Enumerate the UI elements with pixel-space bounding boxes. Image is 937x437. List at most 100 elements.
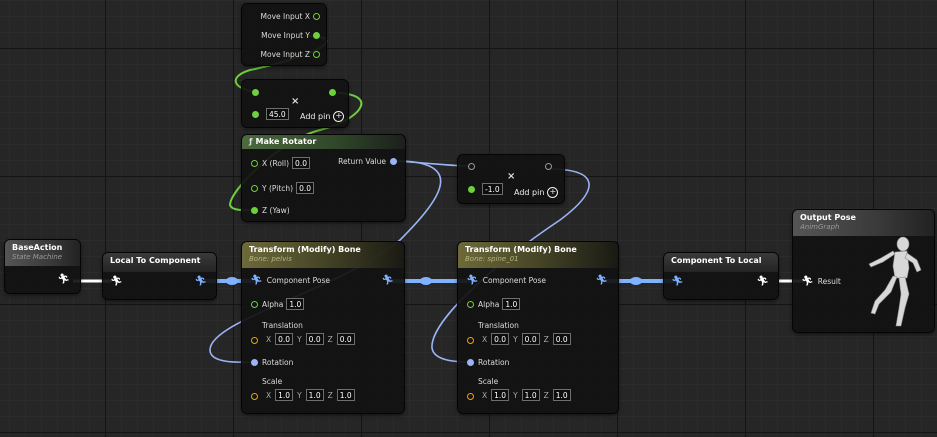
move-input-y-label: Move Input Y	[261, 31, 310, 40]
scale-y-field[interactable]: 1.0	[305, 389, 324, 401]
modify-bone-header: Transform (Modify) Bone Bone: pelvis	[242, 242, 404, 268]
component-pose-label: Component Pose	[266, 276, 330, 285]
move-input-z-pin[interactable]	[313, 51, 320, 58]
rotation-pin[interactable]	[251, 359, 258, 366]
output-pose-node[interactable]: Output Pose AnimGraph 🏃︎ Result	[793, 210, 934, 332]
yaw-pin[interactable]	[251, 207, 258, 214]
move-input-x-label: Move Input X	[260, 12, 310, 21]
component-pose-label: Component Pose	[482, 276, 546, 285]
move-input-y-pin[interactable]	[313, 32, 320, 39]
scale-pin[interactable]	[467, 392, 474, 400]
pitch-pin[interactable]	[251, 184, 258, 192]
modify-bone-node-pelvis[interactable]: Transform (Modify) Bone Bone: pelvis 🏃︎ C…	[242, 242, 404, 413]
component-to-local-node[interactable]: Component To Local 🏃︎ 🏃︎	[664, 253, 778, 299]
multiply-output-pin[interactable]	[545, 163, 552, 170]
move-input-node[interactable]: Move Input X Move Input Y Move Input Z	[242, 4, 326, 65]
rotation-label: Rotation	[262, 358, 294, 367]
add-float-node[interactable]: 45.0 × Add pin +	[242, 80, 348, 127]
translation-x-field[interactable]: 0.0	[491, 333, 510, 345]
axis-y-label: Y	[513, 334, 518, 344]
component-pose-output-icon[interactable]: 🏃︎	[595, 276, 608, 286]
return-value-pin[interactable]	[390, 158, 397, 165]
move-input-z-label: Move Input Z	[260, 50, 310, 59]
local-pose-output-icon[interactable]: 🏃︎	[756, 277, 769, 287]
scale-x-field[interactable]: 1.0	[491, 389, 510, 401]
axis-y-label: Y	[297, 334, 302, 344]
translation-y-field[interactable]: 0.0	[521, 333, 540, 345]
component-pose-input-icon[interactable]: 🏃︎	[250, 275, 263, 285]
output-pose-subtitle: AnimGraph	[800, 223, 840, 231]
remove-pin-icon[interactable]: ×	[507, 171, 515, 182]
component-pose-input-icon[interactable]: 🏃︎	[466, 275, 479, 285]
modify-bone-subtitle: Bone: spine_01	[465, 255, 519, 263]
component-pose-output-icon[interactable]: 🏃︎	[194, 277, 207, 287]
result-pose-icon[interactable]: 🏃︎	[801, 276, 814, 286]
alpha-label: Alpha	[262, 299, 284, 309]
scale-x-field[interactable]: 1.0	[275, 389, 294, 401]
axis-z-label: Z	[543, 390, 549, 400]
return-value-label: Return Value	[338, 157, 386, 166]
scale-pin[interactable]	[251, 392, 258, 400]
component-to-local-header: Component To Local	[664, 253, 778, 272]
component-to-local-title: Component To Local	[671, 256, 762, 265]
axis-y-label: Y	[297, 390, 302, 400]
scale-z-field[interactable]: 1.0	[552, 389, 571, 401]
translation-x-field[interactable]: 0.0	[275, 333, 294, 345]
scale-label: Scale	[262, 377, 283, 386]
axis-z-label: Z	[327, 390, 333, 400]
local-to-component-title: Local To Component	[110, 256, 201, 265]
alpha-pin[interactable]	[251, 300, 258, 308]
base-action-node[interactable]: BaseAction State Machine 🏃︎	[5, 240, 80, 293]
translation-z-field[interactable]: 0.0	[336, 333, 355, 345]
scale-z-field[interactable]: 1.0	[336, 389, 355, 401]
add-value-field[interactable]: 45.0	[266, 108, 289, 120]
roll-pin[interactable]	[251, 159, 258, 167]
translation-pin[interactable]	[251, 336, 258, 344]
axis-x-label: X	[266, 390, 272, 400]
result-label: Result	[817, 277, 841, 286]
modify-bone-subtitle: Bone: pelvis	[249, 255, 292, 263]
alpha-pin[interactable]	[467, 300, 474, 308]
local-pose-input-icon[interactable]: 🏃︎	[110, 277, 123, 287]
move-input-x-pin[interactable]	[313, 13, 320, 20]
plus-icon: +	[547, 187, 559, 198]
alpha-field[interactable]: 1.0	[502, 298, 521, 310]
axis-x-label: X	[266, 334, 272, 344]
function-icon: ƒ	[249, 137, 253, 146]
component-pose-output-icon[interactable]: 🏃︎	[381, 276, 394, 286]
translation-label: Translation	[262, 321, 303, 330]
roll-field[interactable]: 0.0	[292, 157, 311, 169]
modify-bone-title: Transform (Modify) Bone	[249, 245, 361, 254]
multiply-value-field[interactable]: -1.0	[482, 183, 503, 195]
translation-z-field[interactable]: 0.0	[552, 333, 571, 345]
local-to-component-node[interactable]: Local To Component 🏃︎ 🏃︎	[103, 253, 216, 299]
pitch-field[interactable]: 0.0	[296, 182, 315, 194]
running-mannequin-icon	[868, 236, 922, 327]
multiply-input-a-pin[interactable]	[468, 163, 475, 170]
remove-pin-icon[interactable]: ×	[291, 96, 299, 107]
rotation-pin[interactable]	[467, 359, 474, 366]
add-output-pin[interactable]	[329, 89, 336, 96]
component-pose-input-icon[interactable]: 🏃︎	[671, 277, 684, 287]
translation-label: Translation	[478, 321, 519, 330]
pose-output-icon[interactable]: 🏃︎	[57, 275, 70, 285]
multiply-node[interactable]: -1.0 × Add pin +	[458, 155, 564, 203]
multiply-input-b-pin[interactable]	[468, 185, 475, 193]
translation-y-field[interactable]: 0.0	[305, 333, 324, 345]
scale-y-field[interactable]: 1.0	[521, 389, 540, 401]
modify-bone-node-spine[interactable]: Transform (Modify) Bone Bone: spine_01 🏃…	[458, 242, 618, 413]
add-pin-label: Add pin	[300, 112, 331, 121]
base-action-header: BaseAction State Machine	[5, 240, 80, 266]
alpha-field[interactable]: 1.0	[286, 298, 305, 310]
output-pose-header: Output Pose AnimGraph	[793, 210, 934, 236]
add-input-b-pin[interactable]	[252, 110, 259, 118]
add-pin-button[interactable]: Add pin +	[514, 187, 559, 198]
base-action-subtitle: State Machine	[12, 253, 63, 261]
translation-pin[interactable]	[467, 336, 474, 344]
make-rotator-node[interactable]: ƒ Make Rotator X (Roll) 0.0 Y (Pitch) 0.0 Z…	[242, 135, 405, 221]
add-pin-button[interactable]: Add pin +	[300, 111, 345, 122]
add-pin-label: Add pin	[514, 188, 545, 197]
modify-bone-header: Transform (Modify) Bone Bone: spine_01	[458, 242, 618, 268]
axis-x-label: X	[482, 390, 488, 400]
add-input-a-pin[interactable]	[252, 89, 259, 96]
